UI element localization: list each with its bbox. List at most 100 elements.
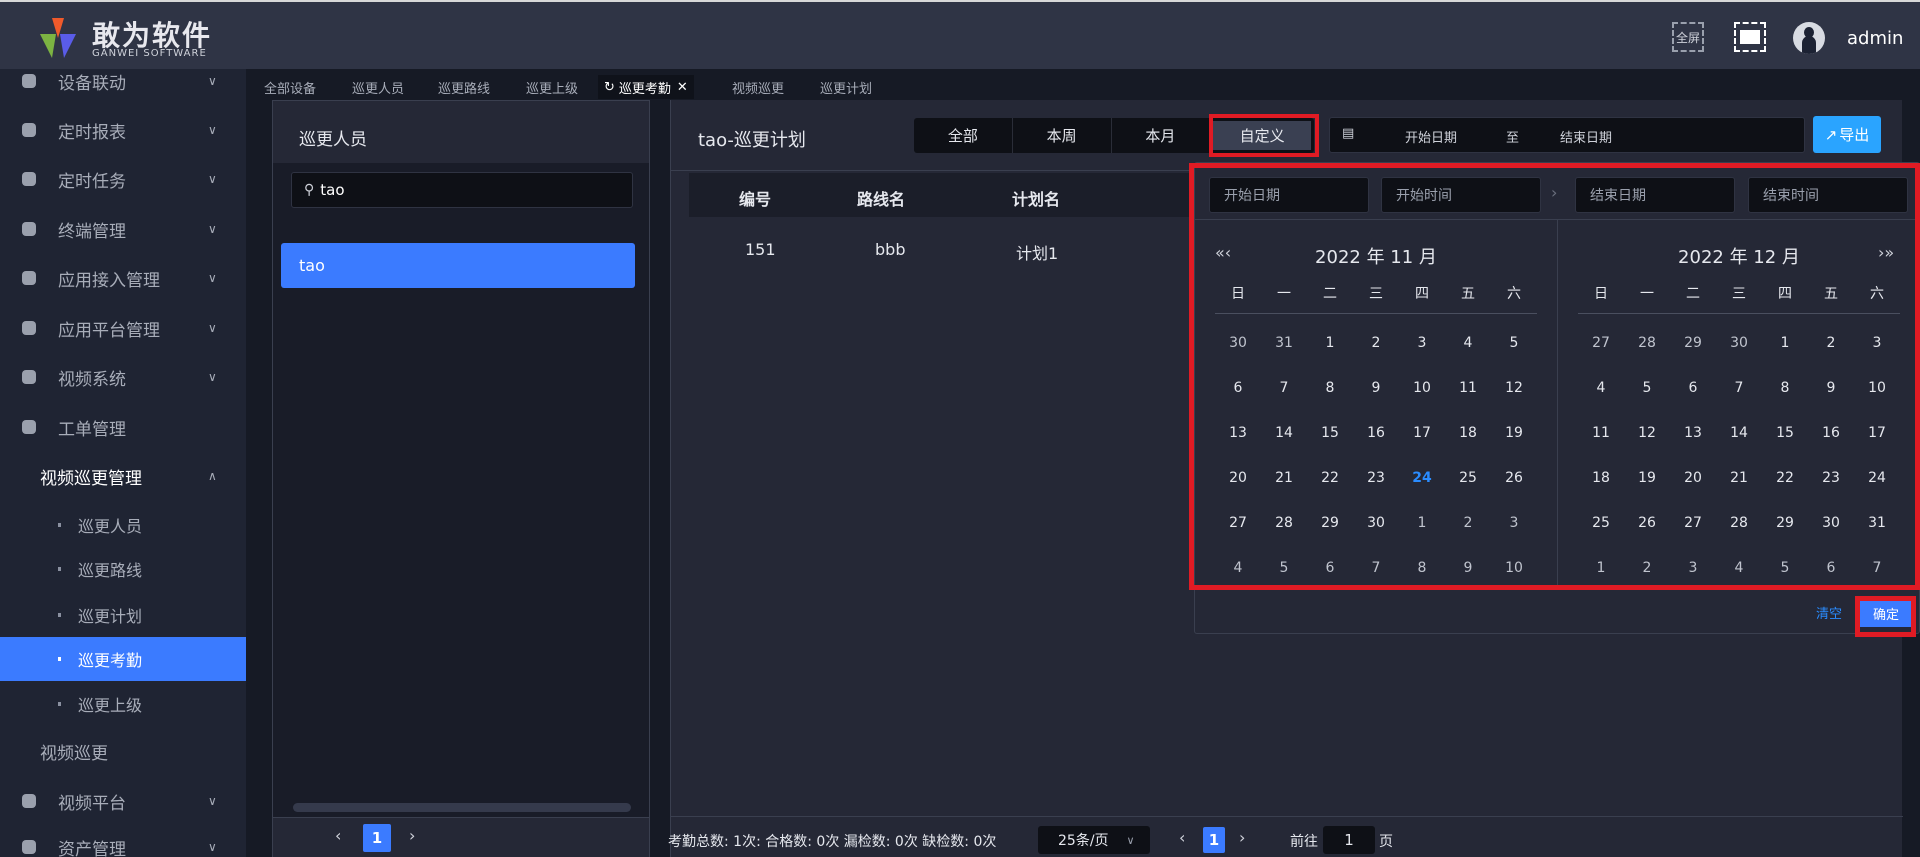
sidebar-item[interactable]: 视频巡更管理 ∧	[0, 454, 246, 498]
prev-page-icon[interactable]: ‹	[1179, 828, 1185, 847]
cell-plan: 计划1	[1016, 244, 1059, 263]
sidebar-item-label: 定时任务	[58, 171, 126, 192]
brand-subtitle: GANWEI SOFTWARE	[92, 48, 207, 59]
next-page-icon[interactable]: ›	[1239, 828, 1245, 847]
tab-item[interactable]: 巡更计划	[814, 75, 878, 99]
chevron-down-icon: ∨	[208, 123, 217, 137]
plan-title: tao-巡更计划	[698, 130, 806, 151]
chevron-down-icon: ∨	[208, 74, 217, 88]
menu-icon	[22, 271, 36, 285]
sidebar-item-label: 视频平台	[58, 793, 126, 814]
top-header: 敢为软件 GANWEI SOFTWARE 全屏 admin	[0, 0, 1920, 69]
sidebar-item-label: 工单管理	[58, 419, 126, 440]
tab-item[interactable]: 视频巡更	[726, 75, 790, 99]
sidebar-item[interactable]: 应用接入管理 ∨	[0, 256, 246, 300]
sidebar-item[interactable]: 设备联动 ∨	[0, 69, 246, 103]
tab-bar: 全部设备 巡更人员 巡更路线 巡更上级 ↻ 巡更考勤 ✕ 视频巡更 巡更计划	[246, 69, 1920, 99]
sidebar-item-label: 巡更路线	[78, 561, 143, 580]
prev-page-icon[interactable]: ‹	[335, 826, 341, 845]
sidebar-item[interactable]: 巡更人员	[0, 503, 246, 547]
chevron-down-icon: ∨	[208, 794, 217, 808]
bullet-icon	[58, 702, 61, 706]
sidebar-item[interactable]: 工单管理	[0, 405, 246, 449]
calendar-icon: ▤	[1342, 126, 1355, 141]
refresh-icon[interactable]: ↻	[604, 80, 615, 95]
menu-icon	[22, 172, 36, 186]
tab-item[interactable]: 全部设备	[258, 75, 322, 99]
sidebar-item[interactable]: 视频系统 ∨	[0, 355, 246, 399]
sidebar-item[interactable]: 定时任务 ∨	[0, 157, 246, 201]
list-item[interactable]: tao	[281, 243, 635, 288]
sidebar-item[interactable]: 视频平台 ∨	[0, 779, 246, 823]
chevron-down-icon: ∨	[208, 172, 217, 186]
patrol-personnel-panel: 巡更人员 ⚲ tao tao ‹ 1 ›	[272, 100, 650, 857]
clear-button[interactable]: 清空	[1816, 603, 1842, 622]
search-value: tao	[320, 181, 345, 199]
range-end: 结束日期	[1560, 131, 1613, 146]
tab-item[interactable]: ↻ 巡更考勤 ✕	[598, 75, 694, 99]
date-range-input[interactable]: ▤ 开始日期 至 结束日期	[1329, 117, 1805, 153]
table-header: 编号 路线名 计划名 考	[689, 173, 1209, 217]
sidebar-item[interactable]: 定时报表 ∨	[0, 108, 246, 152]
segment-0[interactable]: 全部	[914, 118, 1013, 153]
next-page-icon[interactable]: ›	[409, 826, 415, 845]
column-route: 路线名	[857, 190, 906, 209]
tab-label: 巡更人员	[352, 81, 405, 97]
table-row[interactable]: 151 bbb 计划1	[689, 227, 1209, 271]
sidebar-item-label: 应用平台管理	[58, 320, 160, 341]
fullscreen-icon[interactable]	[1734, 22, 1766, 52]
sidebar-item-label: 资产管理	[58, 839, 126, 857]
segment-2[interactable]: 本月	[1112, 118, 1211, 153]
sidebar-item[interactable]: 资产管理 ∨	[0, 825, 246, 857]
user-avatar[interactable]	[1793, 22, 1825, 54]
tab-item[interactable]: 巡更人员	[346, 75, 410, 99]
tab-item[interactable]: 巡更路线	[432, 75, 496, 99]
sidebar-item[interactable]: 巡更考勤	[0, 637, 246, 681]
chevron-down-icon: ∨	[208, 222, 217, 236]
sidebar-item[interactable]: 巡更计划	[0, 593, 246, 637]
segment-1[interactable]: 本周	[1013, 118, 1112, 153]
fullscreen-label: 全屏	[1675, 30, 1700, 45]
sidebar-item[interactable]: 巡更路线	[0, 547, 246, 591]
range-separator: 至	[1506, 131, 1520, 146]
pagination: ‹ 1 ›	[273, 817, 649, 857]
menu-icon	[22, 794, 36, 808]
chevron-down-icon: ∨	[1126, 833, 1135, 847]
bullet-icon	[58, 567, 61, 571]
chevron-up-icon: ∧	[208, 469, 217, 483]
cell-route: bbb	[875, 240, 906, 259]
menu-icon	[22, 370, 36, 384]
export-icon: ↗	[1824, 125, 1838, 144]
sidebar-item-label: 巡更上级	[78, 696, 143, 715]
menu-icon	[22, 123, 36, 137]
sidebar-item-label: 终端管理	[58, 221, 126, 242]
close-icon[interactable]: ✕	[677, 80, 688, 95]
menu-icon	[22, 420, 36, 434]
sidebar-item[interactable]: 视频巡更	[0, 729, 246, 773]
highlight-box	[1209, 114, 1319, 157]
menu-icon	[22, 74, 36, 88]
chevron-down-icon: ∨	[208, 370, 217, 384]
page-number[interactable]: 1	[363, 824, 391, 852]
sidebar-item-label: 巡更人员	[78, 517, 143, 536]
sidebar-item[interactable]: 应用平台管理 ∨	[0, 306, 246, 350]
page-size-select[interactable]: 25条/页 ∨	[1038, 826, 1150, 854]
divider	[671, 816, 1903, 817]
horizontal-scrollbar[interactable]	[293, 803, 631, 812]
search-input[interactable]: ⚲ tao	[291, 172, 633, 208]
bullet-icon	[58, 523, 61, 527]
sidebar-item[interactable]: 巡更上级	[0, 682, 246, 726]
sidebar-item-label: 设备联动	[58, 73, 126, 94]
goto-page-input[interactable]: 1	[1323, 826, 1375, 854]
panel-title: 巡更人员	[299, 130, 367, 150]
bullet-icon	[58, 657, 61, 661]
page-number[interactable]: 1	[1203, 827, 1225, 853]
export-button[interactable]: ↗ 导出	[1813, 116, 1881, 153]
chevron-down-icon: ∨	[208, 840, 217, 854]
tab-item[interactable]: 巡更上级	[520, 75, 584, 99]
attendance-stats: 考勤总数: 1次: 合格数: 0次 漏检数: 0次 缺检数: 0次	[668, 834, 997, 850]
sidebar-item[interactable]: 终端管理 ∨	[0, 207, 246, 251]
fullscreen-text-icon[interactable]: 全屏	[1672, 22, 1704, 52]
username[interactable]: admin	[1847, 28, 1903, 49]
sidebar-item-label: 巡更计划	[78, 607, 143, 626]
